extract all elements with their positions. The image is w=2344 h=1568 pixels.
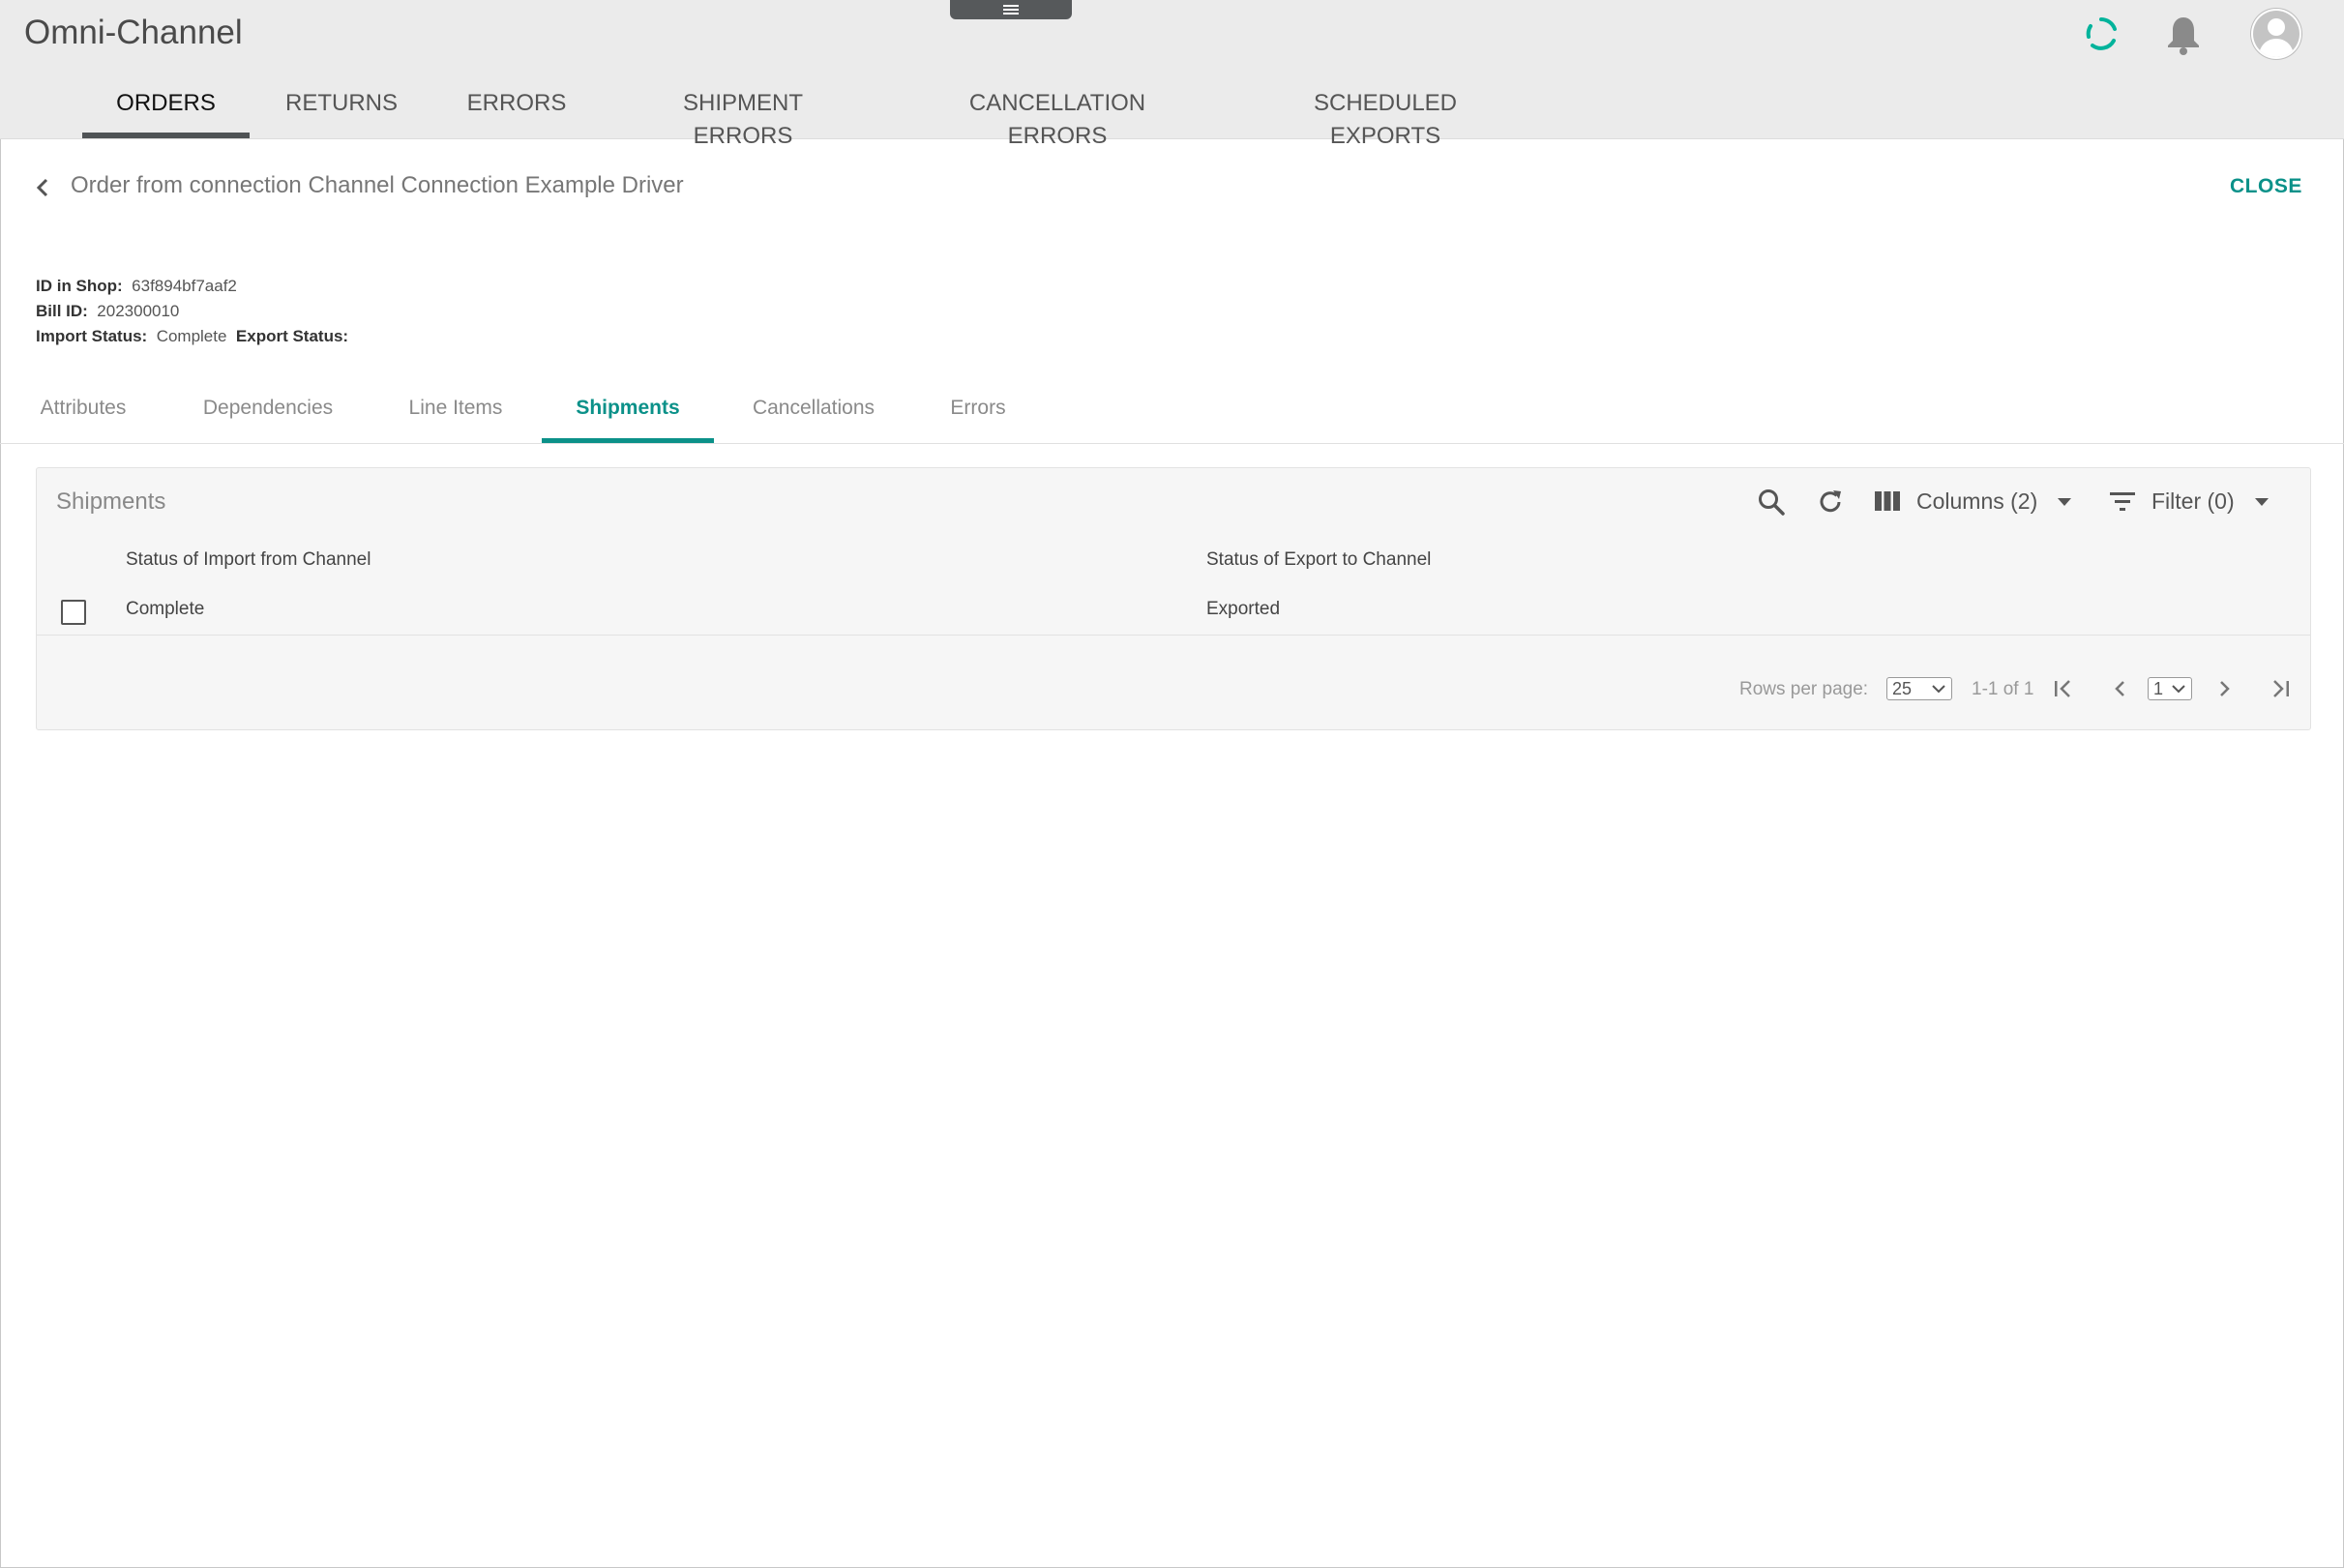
subtab-line-items-label: Line Items <box>408 397 503 419</box>
chevron-down-icon <box>2172 685 2185 694</box>
menu-handle[interactable] <box>950 0 1072 19</box>
column-header-import-status[interactable]: Status of Import from Channel <box>126 549 371 571</box>
meta-id-in-shop: ID in Shop: 63f894bf7aaf2 <box>36 277 237 296</box>
tab-scheduled-exports-label: SCHEDULED EXPORTS <box>1313 90 1458 149</box>
bill-id-value: 202300010 <box>97 302 180 320</box>
import-status-value: Complete <box>156 327 227 345</box>
first-page-icon[interactable] <box>2051 676 2076 701</box>
user-avatar[interactable] <box>2250 8 2302 60</box>
subtab-divider <box>0 443 2344 444</box>
table-row[interactable]: Complete Exported <box>37 584 2310 636</box>
window-frame <box>0 0 2344 1568</box>
next-page-icon[interactable] <box>2211 676 2237 701</box>
subtab-dependencies-label: Dependencies <box>202 397 334 419</box>
refresh-icon[interactable] <box>1815 487 1846 518</box>
subtab-line-items[interactable]: Line Items <box>397 387 515 443</box>
page-select-value: 1 <box>2153 679 2164 698</box>
filter-button-label[interactable]: Filter (0) <box>2151 488 2235 515</box>
subtab-cancellations[interactable]: Cancellations <box>745 387 882 443</box>
subtab-shipments-label: Shipments <box>576 397 680 419</box>
meta-status: Import Status: Complete Export Status: <box>36 327 348 346</box>
app-title: Omni-Channel <box>24 14 243 51</box>
tab-errors-label: ERRORS <box>466 90 567 116</box>
import-status-label: Import Status: <box>36 327 148 345</box>
id-in-shop-value: 63f894bf7aaf2 <box>132 277 237 295</box>
subtab-attributes[interactable]: Attributes <box>27 387 139 443</box>
close-button[interactable]: CLOSE <box>2230 175 2302 198</box>
bell-icon[interactable] <box>2163 14 2204 56</box>
row-checkbox[interactable] <box>61 600 86 625</box>
subtab-attributes-label: Attributes <box>40 397 127 419</box>
page-select[interactable]: 1 <box>2148 677 2192 700</box>
meta-bill-id: Bill ID: 202300010 <box>36 302 179 321</box>
cell-import-status: Complete <box>126 599 205 619</box>
tab-shipment-errors[interactable]: SHIPMENT ERRORS <box>631 87 855 149</box>
subtab-shipments[interactable]: Shipments <box>542 387 714 443</box>
bill-id-label: Bill ID: <box>36 302 88 320</box>
rows-per-page-select[interactable]: 25 <box>1886 677 1952 700</box>
export-status-label: Export Status: <box>235 327 349 345</box>
menu-handle-icon <box>1003 5 1019 15</box>
tab-errors[interactable]: ERRORS <box>458 87 576 138</box>
tab-scheduled-exports[interactable]: SCHEDULED EXPORTS <box>1258 87 1513 149</box>
shipments-panel: Shipments Columns (2) Filter (0) Status … <box>36 467 2311 730</box>
tab-cancellation-errors[interactable]: CANCELLATION ERRORS <box>917 87 1198 149</box>
previous-page-icon[interactable] <box>2108 676 2133 701</box>
loading-spinner-icon <box>2086 17 2117 50</box>
user-avatar-icon <box>2251 9 2301 59</box>
filter-caret-icon[interactable] <box>2254 497 2270 507</box>
subtab-errors-label: Errors <box>950 397 1006 419</box>
tab-returns-label: RETURNS <box>284 90 398 116</box>
subtab-cancellations-label: Cancellations <box>752 397 875 419</box>
cell-export-status: Exported <box>1206 599 1281 619</box>
last-page-icon[interactable] <box>2268 676 2293 701</box>
tab-orders[interactable]: ORDERS <box>82 87 250 138</box>
rows-per-page-value: 25 <box>1892 679 1913 698</box>
subtab-dependencies[interactable]: Dependencies <box>190 387 346 443</box>
pagination-range: 1-1 of 1 <box>1972 679 2034 699</box>
filter-icon[interactable] <box>2108 488 2137 514</box>
id-in-shop-label: ID in Shop: <box>36 277 123 295</box>
columns-icon[interactable] <box>1874 488 1901 514</box>
back-chevron-icon[interactable] <box>33 176 52 199</box>
panel-title: Shipments <box>56 488 166 515</box>
subtab-errors[interactable]: Errors <box>936 387 1020 443</box>
columns-button-label[interactable]: Columns (2) <box>1916 488 2037 515</box>
column-header-export-status[interactable]: Status of Export to Channel <box>1206 549 1431 571</box>
chevron-down-icon <box>1932 685 1945 694</box>
tab-orders-label: ORDERS <box>116 90 216 116</box>
tab-cancellation-errors-label: CANCELLATION ERRORS <box>968 90 1146 149</box>
columns-caret-icon[interactable] <box>2057 497 2072 507</box>
search-icon[interactable] <box>1756 487 1787 518</box>
app-header: Omni-Channel ORDERS RETURNS ERRORS SHIPM… <box>0 0 2344 149</box>
rows-per-page-label: Rows per page: <box>1739 679 1869 699</box>
tab-shipment-errors-label: SHIPMENT ERRORS <box>682 90 803 149</box>
detail-title: Order from connection Channel Connection… <box>71 172 684 198</box>
tab-returns[interactable]: RETURNS <box>277 87 406 138</box>
